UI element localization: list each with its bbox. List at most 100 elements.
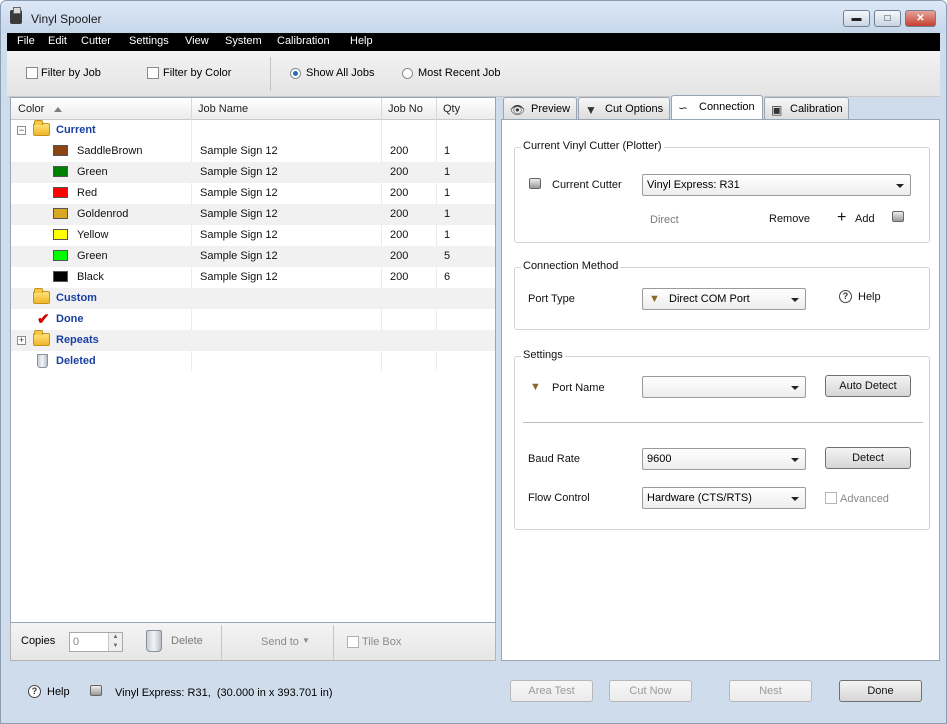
tab-calibration[interactable]: ▣ Calibration [764,97,849,120]
advanced-checkbox[interactable] [825,492,837,504]
menu-edit[interactable]: Edit [48,35,67,47]
eye-icon: 👁 [510,103,526,117]
detect-button[interactable]: Detect [825,447,911,469]
tile-box-label[interactable]: Tile Box [362,636,401,648]
header-color[interactable]: Color [18,103,44,115]
cutter-status-text: Vinyl Express: R31, (30.000 in x 393.701… [115,687,333,699]
footer-help-link[interactable]: Help [47,686,70,698]
table-row[interactable]: SaddleBrown Sample Sign 12 200 1 [11,141,495,162]
auto-detect-button[interactable]: Auto Detect [825,375,911,397]
maximize-button[interactable]: □ [874,10,901,27]
menu-calibration[interactable]: Calibration [277,35,330,47]
chevron-down-icon [896,184,904,188]
row-qty: 1 [444,208,451,220]
copies-stepper[interactable]: 0 ▲ ▼ [69,632,123,652]
filter-by-job-label[interactable]: Filter by Job [41,67,101,79]
folder-icon [33,288,50,304]
row-color: Green [77,166,108,178]
filter-by-color-label[interactable]: Filter by Color [163,67,231,79]
menu-system[interactable]: System [225,35,262,47]
table-row[interactable]: Yellow Sample Sign 12 200 1 [11,225,495,246]
menu-cutter[interactable]: Cutter [81,35,111,47]
most-recent-job-label[interactable]: Most Recent Job [418,67,501,79]
help-icon[interactable]: ? [839,290,852,303]
header-divider [381,98,382,120]
show-all-jobs-label[interactable]: Show All Jobs [306,67,374,79]
cable-icon: ∽ [678,101,689,115]
plotter-settings-icon[interactable] [892,211,904,222]
color-swatch [53,208,68,219]
connection-method-group-title: Connection Method [521,260,621,272]
table-row[interactable]: Black Sample Sign 12 200 6 [11,267,495,288]
help-link[interactable]: Help [858,291,881,303]
advanced-label[interactable]: Advanced [840,493,889,505]
current-cutter-group: Current Vinyl Cutter (Plotter) Current C… [514,140,930,243]
port-name-select[interactable] [642,376,806,398]
area-test-button[interactable]: Area Test [510,680,593,702]
cut-now-button[interactable]: Cut Now [609,680,692,702]
filter-by-job-checkbox[interactable] [26,67,38,79]
port-type-label: Port Type [528,293,575,305]
footer-plotter-icon [90,685,102,696]
tile-box-checkbox[interactable] [347,636,359,648]
delete-trash-icon[interactable] [146,630,162,652]
table-row[interactable]: Green Sample Sign 12 200 1 [11,162,495,183]
folder-row-deleted[interactable]: Deleted [11,351,495,372]
menu-file[interactable]: File [17,35,35,47]
collapse-icon[interactable]: − [17,126,26,135]
trash-icon [37,354,48,368]
tab-connection-label: Connection [699,101,755,113]
table-row[interactable]: Red Sample Sign 12 200 1 [11,183,495,204]
sort-ascending-icon [54,107,62,112]
bottom-separator [333,625,334,659]
footer-help-icon[interactable]: ? [28,685,41,698]
close-button[interactable]: ✕ [905,10,936,27]
tab-preview[interactable]: 👁 Preview [503,97,577,120]
tab-preview-label: Preview [531,103,571,115]
row-qty: 5 [444,250,451,262]
menu-settings[interactable]: Settings [129,35,169,47]
row-job-no: 200 [390,208,409,220]
folder-row-done[interactable]: ✔ Done [11,309,495,330]
baud-rate-select[interactable]: 9600 [642,448,806,470]
add-button[interactable]: Add [855,213,875,225]
delete-button[interactable]: Delete [171,635,203,647]
most-recent-job-radio[interactable] [402,68,413,79]
menu-view[interactable]: View [185,35,209,47]
remove-button[interactable]: Remove [769,213,810,225]
folder-row-repeats[interactable]: + Repeats [11,330,495,351]
table-row[interactable]: Goldenrod Sample Sign 12 200 1 [11,204,495,225]
folder-row-custom[interactable]: Custom [11,288,495,309]
table-row[interactable]: Green Sample Sign 12 200 5 [11,246,495,267]
stepper-arrows-icon[interactable]: ▲ ▼ [108,633,122,651]
row-color: Black [77,271,104,283]
done-button[interactable]: Done [839,680,922,702]
tab-cut-options[interactable]: ▼ Cut Options [578,97,670,120]
send-to-button[interactable]: Send to [261,636,299,648]
send-to-chevron-icon: ▼ [302,636,310,645]
menu-help[interactable]: Help [350,35,373,47]
row-job-no: 200 [390,250,409,262]
row-qty: 1 [444,187,451,199]
port-type-select[interactable]: ▼ Direct COM Port [642,288,806,310]
current-cutter-select[interactable]: Vinyl Express: R31 [642,174,911,196]
baud-rate-label: Baud Rate [528,453,580,465]
show-all-jobs-radio[interactable] [290,68,301,79]
expand-icon[interactable]: + [17,336,26,345]
row-color: Green [77,250,108,262]
folder-label-done: Done [56,313,84,325]
flow-control-select[interactable]: Hardware (CTS/RTS) [642,487,806,509]
row-job-no: 200 [390,166,409,178]
add-plus-icon[interactable]: + [837,209,846,227]
nest-button[interactable]: Nest [729,680,812,702]
folder-row-current[interactable]: − Current [11,120,495,141]
bottom-separator [221,625,222,659]
tab-connection[interactable]: ∽ Connection [671,95,763,120]
minimize-button[interactable]: ▬ [843,10,870,27]
current-cutter-group-title: Current Vinyl Cutter (Plotter) [521,140,664,152]
header-qty[interactable]: Qty [443,103,460,115]
header-job-no[interactable]: Job No [388,103,423,115]
app-icon [10,7,22,24]
filter-by-color-checkbox[interactable] [147,67,159,79]
header-job-name[interactable]: Job Name [198,103,248,115]
